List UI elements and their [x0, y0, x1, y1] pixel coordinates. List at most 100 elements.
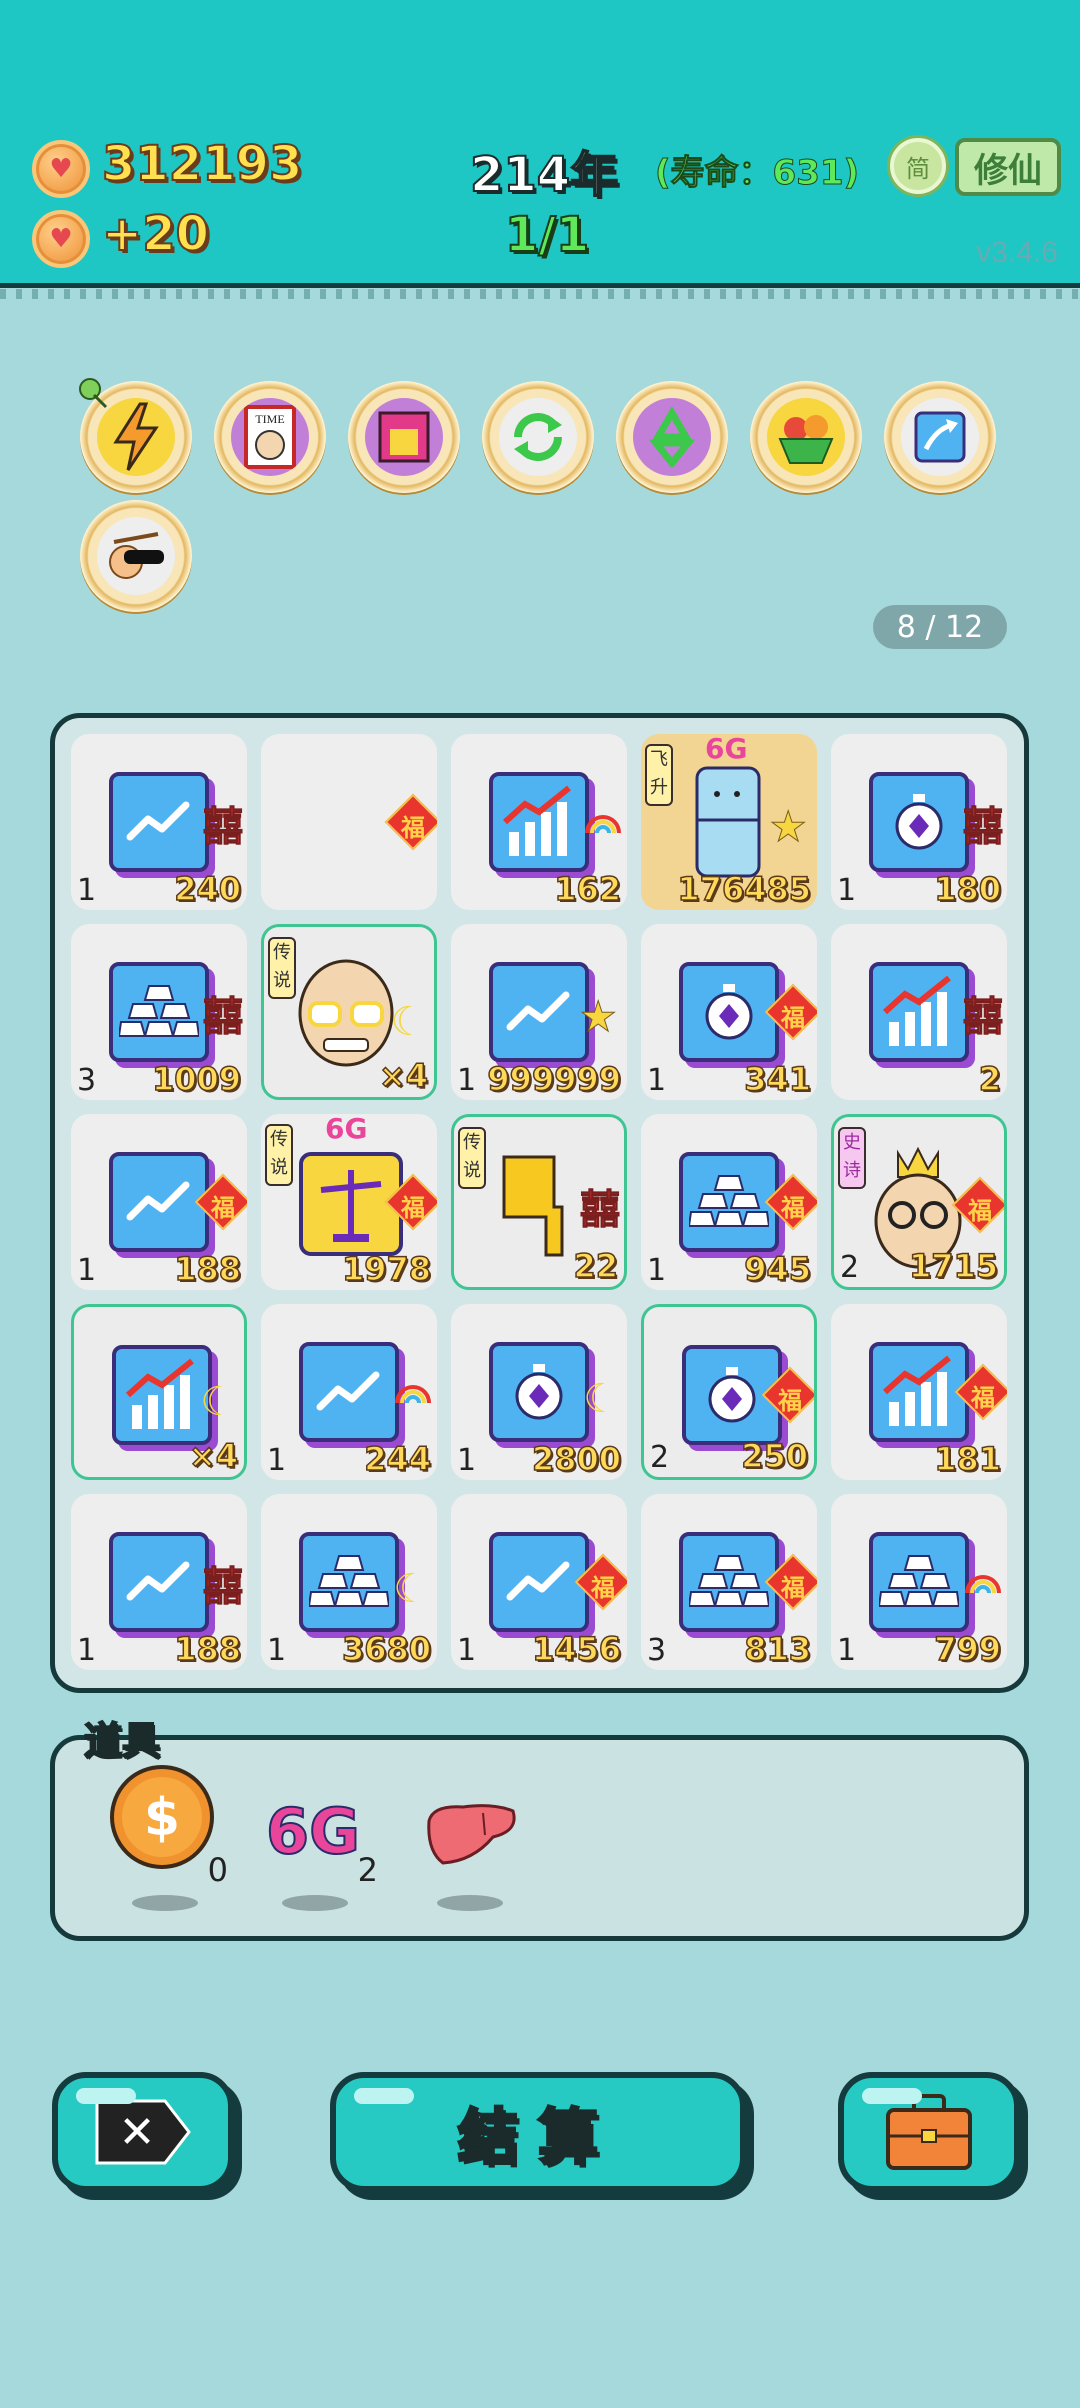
top-bar: ♥ 312193 ♥ +20 214年 (寿命：631) 1/1 简 修仙 v3… [0, 0, 1080, 299]
gold-ingots-icon [109, 962, 209, 1062]
rarity-tag: 飞升 [645, 744, 673, 806]
cell-value: 180 [933, 869, 1001, 909]
cell-value: 1456 [531, 1629, 622, 1669]
cell-count: 1 [77, 873, 97, 908]
board-cell[interactable]: 福 3 813 [641, 1494, 817, 1670]
close-icon: ✕ [95, 2099, 191, 2165]
board-cell[interactable]: 福 [261, 734, 437, 910]
fortune-tag: 福 [401, 814, 425, 842]
board-cell[interactable]: 福 2 250 [641, 1304, 817, 1480]
cell-value: 1715 [908, 1246, 999, 1286]
fortune-tag: 福 [781, 1004, 805, 1032]
board-cell[interactable]: 囍 传说 22 [451, 1114, 627, 1290]
close-button[interactable]: ✕ [52, 2072, 234, 2192]
bag-button[interactable] [838, 2072, 1020, 2192]
gold-ingots-icon [299, 1532, 399, 1632]
moon-icon: ☾ [390, 999, 426, 1045]
peach-sunglasses-relic[interactable] [80, 500, 192, 612]
rarity-tag: 史诗 [838, 1127, 866, 1189]
props-title: 道具 [83, 1718, 161, 1764]
recycle-relic[interactable] [616, 381, 728, 493]
xiuxian-button[interactable]: 修仙 [955, 138, 1061, 196]
cell-value: 3680 [341, 1629, 432, 1669]
fortune-tag: 福 [401, 1194, 425, 1222]
6g-badge: 6G [705, 734, 748, 765]
cell-count: 1 [457, 1443, 477, 1478]
board-cell[interactable]: 162 [451, 734, 627, 910]
cell-count: 1 [837, 873, 857, 908]
fruit-basket-icon [767, 398, 845, 476]
board-cell[interactable]: 囍2 [831, 924, 1007, 1100]
fortune-box-relic[interactable] [348, 381, 460, 493]
peach-sunglasses-icon [97, 517, 175, 595]
cell-value: 2 [978, 1059, 1002, 1099]
cell-value: 799 [933, 1629, 1001, 1669]
magazine-icon: TIME [231, 398, 309, 476]
rarity-tag: 传说 [268, 937, 296, 999]
coin-prop[interactable]: $ 0 [110, 1765, 230, 1915]
cell-count: 2 [840, 1250, 860, 1285]
bar-chart-icon [489, 772, 589, 872]
version-label: v3.4.6 [976, 236, 1058, 269]
board-cell[interactable]: 囍 3 1009 [71, 924, 247, 1100]
fortune-tag: 福 [781, 1194, 805, 1222]
rarity-tag: 传说 [265, 1124, 293, 1186]
board-cell[interactable]: ☾ 1 3680 [261, 1494, 437, 1670]
star-icon: ★ [579, 992, 618, 1042]
cell-value: 22 [573, 1246, 619, 1286]
coin-gain-icon: ♥ [32, 210, 90, 268]
rainbow-icon [963, 1564, 1003, 1604]
board-cell[interactable]: ★ 飞升 6G 176485 [641, 734, 817, 910]
6g-icon: 6G [265, 1794, 361, 1869]
rainbow-icon [393, 1374, 433, 1414]
board-cell[interactable]: 福 传说 6G 1978 [261, 1114, 437, 1290]
dollar-coin-icon: $ [110, 1765, 214, 1869]
board-cell[interactable]: ☾ 1 2800 [451, 1304, 627, 1480]
lightning-relic[interactable] [79, 378, 192, 493]
settle-button[interactable]: 结算 [330, 2072, 746, 2192]
cell-count: 2 [650, 1440, 670, 1475]
moon-icon: ☾ [200, 1379, 236, 1425]
board-cell[interactable]: 福 1 945 [641, 1114, 817, 1290]
board-cell[interactable]: 福 1 188 [71, 1114, 247, 1290]
fruit-basket-relic[interactable] [750, 381, 862, 493]
double-happiness-tag: 囍 [203, 1564, 244, 1611]
board-cell[interactable]: ☾ 传说 ×4 [261, 924, 437, 1100]
6g-prop[interactable]: 6G 2 [260, 1765, 380, 1915]
moon-icon: ☾ [393, 1566, 429, 1612]
cell-count: 1 [837, 1633, 857, 1668]
fortune-tag: 福 [968, 1197, 992, 1225]
board-cell[interactable]: ☾ ×4 [71, 1304, 247, 1480]
svg-text:TIME: TIME [255, 412, 284, 426]
cycle-relic[interactable] [482, 381, 594, 493]
cell-count: 1 [647, 1253, 667, 1288]
board-cell[interactable]: 1 244 [261, 1304, 437, 1480]
board-cell[interactable]: 福 181 [831, 1304, 1007, 1480]
board-cell[interactable]: 福 1 341 [641, 924, 817, 1100]
arrow-up-relic[interactable] [884, 381, 996, 493]
coin-icon: ♥ [32, 140, 90, 198]
time-magazine-relic[interactable]: TIME [214, 381, 326, 493]
cell-value: 244 [363, 1439, 431, 1479]
cell-value: 181 [933, 1439, 1001, 1479]
cell-count: 3 [647, 1633, 667, 1668]
rarity-tag: 传说 [458, 1127, 486, 1189]
trend-up-icon [489, 962, 589, 1062]
cell-value: 162 [553, 869, 621, 909]
board-cell[interactable]: 囍 1 180 [831, 734, 1007, 910]
board-cell[interactable]: 福 1 1456 [451, 1494, 627, 1670]
board-cell[interactable]: 囍 1 188 [71, 1494, 247, 1670]
year-counter: 214年 [469, 146, 619, 204]
liver-prop[interactable] [415, 1765, 535, 1915]
cell-count: 1 [267, 1633, 287, 1668]
board-cell[interactable]: 囍 1 240 [71, 734, 247, 910]
board-cell[interactable]: 1 799 [831, 1494, 1007, 1670]
cell-value: 2800 [531, 1439, 622, 1479]
cell-count: 1 [77, 1633, 97, 1668]
cell-count: 1 [267, 1443, 287, 1478]
6g-badge: 6G [325, 1114, 368, 1145]
board-cell[interactable]: ★ 1 999999 [451, 924, 627, 1100]
board-cell[interactable]: 福 史诗 2 1715 [831, 1114, 1007, 1290]
moon-icon: ☾ [583, 1376, 619, 1422]
simple-mode-button[interactable]: 简 [890, 138, 946, 194]
